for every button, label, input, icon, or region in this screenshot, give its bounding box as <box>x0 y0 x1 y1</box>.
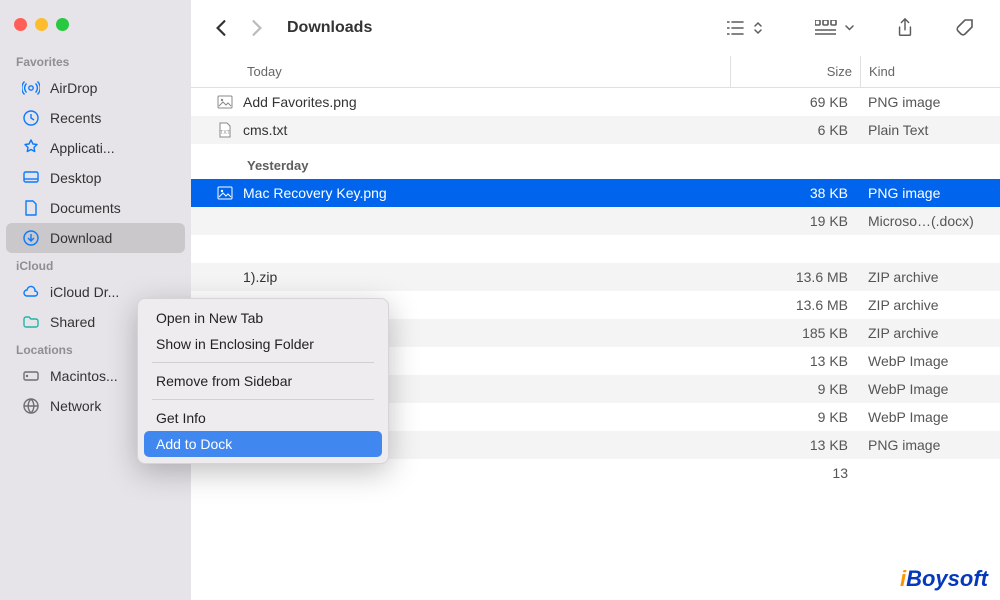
file-kind: WebP Image <box>860 353 1000 369</box>
section-label: Favorites <box>0 49 191 73</box>
chevron-left-icon <box>215 19 227 37</box>
file-size: 13 <box>730 465 860 481</box>
file-row[interactable] <box>191 235 1000 263</box>
view-list-button[interactable] <box>719 16 771 40</box>
tag-button[interactable] <box>948 14 984 42</box>
file-size: 185 KB <box>730 325 860 341</box>
sidebar-item-documents[interactable]: Documents <box>6 193 185 223</box>
file-icon <box>215 94 235 110</box>
file-kind: WebP Image <box>860 409 1000 425</box>
file-row[interactable]: TXT cms.txt6 KBPlain Text <box>191 116 1000 144</box>
file-kind: Plain Text <box>860 122 1000 138</box>
file-size: 9 KB <box>730 409 860 425</box>
menu-item-show-in-enclosing-folder[interactable]: Show in Enclosing Folder <box>144 331 382 357</box>
sidebar-item-label: Download <box>50 230 112 246</box>
sidebar-item-label: Shared <box>50 314 95 330</box>
apps-icon <box>22 139 40 157</box>
file-kind: ZIP archive <box>860 325 1000 341</box>
file-kind: WebP Image <box>860 381 1000 397</box>
forward-button[interactable] <box>243 14 271 42</box>
menu-item-open-in-new-tab[interactable]: Open in New Tab <box>144 305 382 331</box>
file-row[interactable]: 19 KBMicroso…(.docx) <box>191 207 1000 235</box>
file-icon: TXT <box>215 122 235 138</box>
shared-icon <box>22 313 40 331</box>
file-size: 9 KB <box>730 381 860 397</box>
menu-item-add-to-dock[interactable]: Add to Dock <box>144 431 382 457</box>
sidebar-item-label: iCloud Dr... <box>50 284 119 300</box>
close-window-button[interactable] <box>14 18 27 31</box>
chevron-down-icon <box>845 25 854 31</box>
sidebar-item-label: Network <box>50 398 101 414</box>
sidebar-item-desktop[interactable]: Desktop <box>6 163 185 193</box>
file-name: cms.txt <box>243 122 730 138</box>
file-icon <box>215 185 235 201</box>
window-controls <box>0 10 191 49</box>
updown-icon <box>753 21 763 35</box>
file-kind: ZIP archive <box>860 297 1000 313</box>
sidebar-item-label: Macintos... <box>50 368 118 384</box>
svg-text:TXT: TXT <box>220 130 229 136</box>
sidebar-item-label: Applicati... <box>50 140 115 156</box>
back-button[interactable] <box>207 14 235 42</box>
clock-icon <box>22 109 40 127</box>
window-title: Downloads <box>287 19 711 37</box>
document-icon <box>22 199 40 217</box>
file-name: Mac Recovery Key.png <box>243 185 730 201</box>
menu-divider <box>152 362 374 363</box>
file-size: 13.6 MB <box>730 269 860 285</box>
group-header: Yesterday <box>191 144 1000 179</box>
menu-divider <box>152 399 374 400</box>
sidebar-item-airdrop[interactable]: AirDrop <box>6 73 185 103</box>
file-kind: Microso…(.docx) <box>860 213 1000 229</box>
column-size[interactable]: Size <box>730 56 860 87</box>
menu-item-remove-from-sidebar[interactable]: Remove from Sidebar <box>144 368 382 394</box>
globe-icon <box>22 397 40 415</box>
file-name: Add Favorites.png <box>243 94 730 110</box>
sidebar-item-label: Documents <box>50 200 121 216</box>
disk-icon <box>22 367 40 385</box>
sidebar-item-download[interactable]: Download <box>6 223 185 253</box>
file-size: 69 KB <box>730 94 860 110</box>
sidebar-item-label: Desktop <box>50 170 101 186</box>
file-kind: PNG image <box>860 94 1000 110</box>
file-name: 1).zip <box>243 269 730 285</box>
tag-icon <box>956 18 976 38</box>
share-button[interactable] <box>888 14 922 42</box>
column-kind[interactable]: Kind <box>860 56 1000 87</box>
file-size: 19 KB <box>730 213 860 229</box>
file-size: 13 KB <box>730 437 860 453</box>
file-size: 13 KB <box>730 353 860 369</box>
cloud-icon <box>22 283 40 301</box>
file-size: 6 KB <box>730 122 860 138</box>
share-icon <box>896 18 914 38</box>
chevron-right-icon <box>251 19 263 37</box>
group-button[interactable] <box>807 16 862 40</box>
watermark: iBoysoft <box>900 566 988 592</box>
sidebar-item-recents[interactable]: Recents <box>6 103 185 133</box>
download-icon <box>22 229 40 247</box>
airdrop-icon <box>22 79 40 97</box>
file-kind: ZIP archive <box>860 269 1000 285</box>
sidebar-item-label: AirDrop <box>50 80 97 96</box>
context-menu: Open in New TabShow in Enclosing Folder R… <box>137 298 389 464</box>
file-row[interactable]: Mac Recovery Key.png38 KBPNG image <box>191 179 1000 207</box>
file-row[interactable]: Add Favorites.png69 KBPNG image <box>191 88 1000 116</box>
minimize-window-button[interactable] <box>35 18 48 31</box>
file-row[interactable]: 1).zip13.6 MBZIP archive <box>191 263 1000 291</box>
file-kind: PNG image <box>860 185 1000 201</box>
file-kind: PNG image <box>860 437 1000 453</box>
sidebar-item-applicati[interactable]: Applicati... <box>6 133 185 163</box>
section-label: iCloud <box>0 253 191 277</box>
column-name[interactable]: Today <box>191 56 730 87</box>
file-size: 38 KB <box>730 185 860 201</box>
sidebar-item-label: Recents <box>50 110 101 126</box>
fullscreen-window-button[interactable] <box>56 18 69 31</box>
desktop-icon <box>22 169 40 187</box>
toolbar: Downloads <box>191 0 1000 56</box>
columns-header: Today Size Kind <box>191 56 1000 88</box>
menu-item-get-info[interactable]: Get Info <box>144 405 382 431</box>
file-size: 13.6 MB <box>730 297 860 313</box>
